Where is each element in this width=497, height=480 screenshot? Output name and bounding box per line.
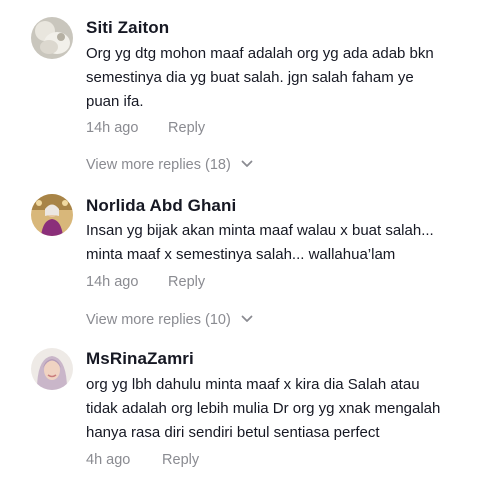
comment-meta: 14h ago Reply [86, 120, 205, 136]
reply-button[interactable]: Reply [162, 452, 199, 468]
avatar[interactable] [31, 348, 73, 390]
comment-text: Insan yg bijak akan minta maaf walau x b… [86, 219, 491, 267]
comment-meta: 14h ago Reply [86, 274, 205, 290]
comments-panel: Siti Zaiton Org yg dtg mohon maaf adalah… [0, 0, 497, 480]
comment-text: org yg lbh dahulu minta maaf x kira dia … [86, 373, 491, 445]
chevron-down-icon [241, 156, 253, 172]
comment-text: Org yg dtg mohon maaf adalah org yg ada … [86, 42, 491, 114]
comment-text-line: hanya rasa diri sendiri betul sentiasa p… [86, 424, 380, 441]
comment-text-line: semestinya dia yg buat salah. jgn salah … [86, 69, 414, 86]
comment-author[interactable]: Norlida Abd Ghani [86, 196, 236, 216]
comment-text-line: Insan yg bijak akan minta maaf walau x b… [86, 222, 434, 239]
comment-timestamp: 14h ago [86, 120, 139, 136]
comment-text-line: tidak adalah org lebih mulia Dr org yg x… [86, 400, 441, 417]
comment-timestamp: 4h ago [86, 452, 131, 468]
avatar[interactable] [31, 17, 73, 59]
comment-author[interactable]: Siti Zaiton [86, 18, 169, 38]
reply-button[interactable]: Reply [168, 274, 205, 290]
chevron-down-icon [241, 311, 253, 327]
avatar-icon [31, 17, 73, 59]
view-more-replies-label: View more replies (18) [86, 157, 231, 173]
view-more-replies-button[interactable]: View more replies (10) [86, 312, 253, 328]
comment-text-line: minta maaf x semestinya salah... wallahu… [86, 246, 396, 263]
comment-text-line: Org yg dtg mohon maaf adalah org yg ada … [86, 45, 434, 62]
avatar-icon [31, 194, 73, 236]
avatar-icon [31, 348, 73, 390]
avatar[interactable] [31, 194, 73, 236]
comment-text-line: org yg lbh dahulu minta maaf x kira dia … [86, 376, 420, 393]
view-more-replies-label: View more replies (10) [86, 312, 231, 328]
view-more-replies-button[interactable]: View more replies (18) [86, 157, 253, 173]
comment-text-line: puan ifa. [86, 93, 144, 110]
comment-timestamp: 14h ago [86, 274, 139, 290]
comment-author[interactable]: MsRinaZamri [86, 349, 194, 369]
reply-button[interactable]: Reply [168, 120, 205, 136]
comment-meta: 4h ago Reply [86, 452, 199, 468]
